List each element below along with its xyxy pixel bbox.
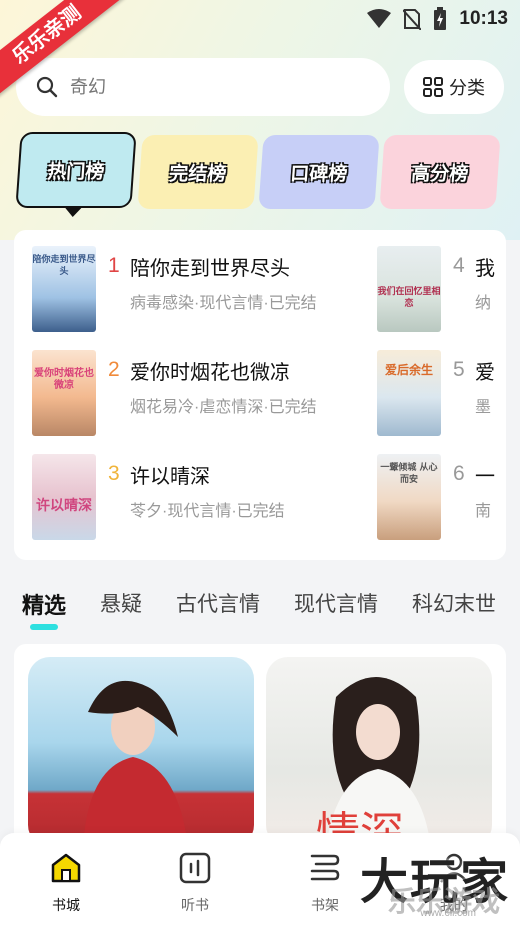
rank-number: 3 (108, 462, 120, 485)
status-bar: 10:13 (367, 6, 508, 32)
genre-tab-modern-romance[interactable]: 现代言情 (294, 588, 378, 638)
status-time: 10:13 (459, 8, 508, 29)
cover-title: 陪你走到世界尽头 (32, 255, 96, 277)
nav-bookstore[interactable]: 书城 (26, 851, 106, 915)
active-tab-indicator (30, 624, 58, 630)
genre-tab-scifi[interactable]: 科幻末世 (412, 588, 496, 638)
cover-title: 我们在回忆里相恋 (377, 287, 441, 309)
nav-label: 书架 (311, 897, 339, 913)
book-title: 许以晴深 (130, 466, 210, 488)
active-tab-pointer (64, 208, 82, 217)
ranking-item-3[interactable]: 许以晴深 3 许以晴深 苓夕·现代言情·已完结 (32, 454, 285, 550)
book-cover: 我们在回忆里相恋 (377, 246, 441, 332)
rank-number: 2 (108, 358, 120, 381)
tab-hot-label: 热门榜 (46, 161, 106, 183)
category-label: 分类 (449, 78, 485, 98)
genre-tab-ancient-romance[interactable]: 古代言情 (176, 588, 260, 638)
ranking-item-6[interactable]: 一颦倾城 从心而安 6 一 南 (377, 454, 495, 550)
tab-reputation-label: 口碑榜 (289, 163, 349, 185)
rank-tabs: 热门榜 完结榜 口碑榜 高分榜 (15, 132, 504, 217)
tab-high-score-label: 高分榜 (410, 163, 470, 185)
cover-title: 许以晴深 (36, 498, 92, 514)
nav-label: 书城 (52, 897, 80, 913)
book-title: 陪你走到世界尽头 (130, 258, 290, 280)
grid-icon (423, 77, 443, 97)
book-meta: 南 (475, 503, 492, 520)
genre-tab-label: 科幻末世 (412, 593, 497, 616)
book-cover: 一颦倾城 从心而安 (377, 454, 441, 540)
search-input[interactable] (70, 76, 330, 98)
genre-tab-label: 现代言情 (294, 593, 379, 616)
book-cover: 陪你走到世界尽头 (32, 246, 96, 332)
no-sim-icon (403, 9, 422, 30)
book-cover: 许以晴深 (32, 454, 96, 540)
tab-high-score[interactable]: 高分榜 (379, 135, 501, 209)
tab-completed[interactable]: 完结榜 (137, 135, 259, 209)
cover-title: 爱你时烟花也微凉 (34, 368, 94, 391)
featured-book-2[interactable]: 情深 (266, 657, 492, 844)
home-icon (51, 853, 81, 883)
book-cover: 爱你时烟花也微凉 (32, 350, 96, 436)
search-icon (36, 76, 58, 98)
featured-book-1[interactable] (28, 657, 254, 844)
rank-number: 1 (108, 254, 120, 277)
rank-number: 5 (453, 358, 465, 381)
search-row: 分类 (16, 58, 504, 116)
genre-tab-suspense[interactable]: 悬疑 (100, 588, 142, 638)
watermark-url: www.6ll.com (420, 908, 476, 919)
ranking-item-5[interactable]: 爱后余生 5 爱 墨 (377, 350, 495, 446)
genre-tab-label: 精选 (22, 593, 67, 618)
search-box[interactable] (16, 58, 390, 116)
book-meta: 病毒感染·现代言情·已完结 (130, 295, 317, 312)
rank-number: 4 (453, 254, 465, 277)
book-meta: 纳 (475, 295, 492, 312)
book-meta: 墨 (475, 399, 492, 416)
book-title: 爱 (475, 362, 495, 384)
genre-tabs: 精选 悬疑 古代言情 现代言情 科幻末世 (22, 588, 520, 638)
ranking-item-4[interactable]: 我们在回忆里相恋 4 我 纳 (377, 246, 495, 342)
book-title: 爱你时烟花也微凉 (130, 362, 290, 384)
bookshelf-icon (310, 854, 340, 881)
battery-charging-icon (434, 7, 447, 30)
tab-reputation[interactable]: 口碑榜 (258, 135, 380, 209)
genre-tab-featured[interactable]: 精选 (22, 588, 66, 638)
cover-figure-illustration (83, 680, 188, 844)
nav-bookshelf[interactable]: 书架 (285, 851, 365, 915)
book-title: 我 (475, 258, 495, 280)
tab-hot[interactable]: 热门榜 (15, 132, 137, 217)
category-button[interactable]: 分类 (404, 60, 504, 114)
ranking-item-1[interactable]: 陪你走到世界尽头 1 陪你走到世界尽头 病毒感染·现代言情·已完结 (32, 246, 317, 342)
featured-books: 情深 (14, 644, 506, 844)
cover-title: 爱后余生 (384, 363, 433, 377)
genre-tab-label: 古代言情 (176, 593, 261, 616)
tab-completed-label: 完结榜 (168, 163, 228, 185)
wifi-icon (367, 9, 392, 28)
cover-title: 一颦倾城 从心而安 (380, 463, 438, 485)
rank-number: 6 (453, 462, 465, 485)
book-title: 一 (475, 466, 495, 488)
ranking-item-2[interactable]: 爱你时烟花也微凉 2 爱你时烟花也微凉 烟花易冷·虐恋情深·已完结 (32, 350, 317, 446)
audio-icon (179, 852, 211, 884)
book-meta: 烟花易冷·虐恋情深·已完结 (130, 399, 317, 416)
ranking-list: 陪你走到世界尽头 1 陪你走到世界尽头 病毒感染·现代言情·已完结 爱你时烟花也… (14, 230, 506, 560)
book-meta: 苓夕·现代言情·已完结 (130, 503, 285, 520)
nav-audiobook[interactable]: 听书 (155, 851, 235, 915)
book-cover: 爱后余生 (377, 350, 441, 436)
nav-label: 听书 (181, 897, 209, 913)
genre-tab-label: 悬疑 (100, 593, 143, 616)
